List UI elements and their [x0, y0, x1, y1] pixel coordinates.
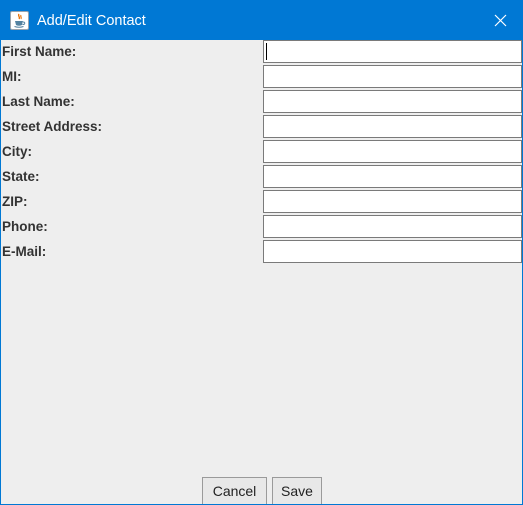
zip-input[interactable] — [263, 190, 522, 213]
email-row: E-Mail: — [1, 240, 522, 265]
first-name-input[interactable] — [263, 40, 522, 63]
title-bar[interactable]: Add/Edit Contact — [1, 1, 522, 40]
phone-row: Phone: — [1, 215, 522, 240]
city-label: City: — [2, 144, 32, 159]
street-address-row: Street Address: — [1, 115, 522, 140]
state-label: State: — [2, 169, 40, 184]
text-caret — [266, 43, 267, 60]
street-address-label: Street Address: — [2, 119, 103, 134]
window-title: Add/Edit Contact — [37, 13, 146, 29]
mi-label: MI: — [2, 69, 22, 84]
save-button[interactable]: Save — [272, 477, 322, 504]
zip-row: ZIP: — [1, 190, 522, 215]
email-label: E-Mail: — [2, 244, 47, 259]
phone-input[interactable] — [263, 215, 522, 238]
zip-label: ZIP: — [2, 194, 28, 209]
state-row: State: — [1, 165, 522, 190]
close-button[interactable] — [479, 1, 522, 40]
cancel-button[interactable]: Cancel — [202, 477, 267, 504]
mi-input[interactable] — [263, 65, 522, 88]
last-name-label: Last Name: — [2, 94, 75, 109]
city-input[interactable] — [263, 140, 522, 163]
last-name-input[interactable] — [263, 90, 522, 113]
close-icon — [494, 14, 507, 27]
add-edit-contact-dialog: Add/Edit Contact First Name: MI: Last Na… — [0, 0, 523, 505]
street-address-input[interactable] — [263, 115, 522, 138]
first-name-row: First Name: — [1, 40, 522, 65]
last-name-row: Last Name: — [1, 90, 522, 115]
first-name-label: First Name: — [2, 44, 77, 59]
phone-label: Phone: — [2, 219, 48, 234]
email-input[interactable] — [263, 240, 522, 263]
state-input[interactable] — [263, 165, 522, 188]
java-coffee-cup-icon — [10, 11, 29, 30]
city-row: City: — [1, 140, 522, 165]
mi-row: MI: — [1, 65, 522, 90]
